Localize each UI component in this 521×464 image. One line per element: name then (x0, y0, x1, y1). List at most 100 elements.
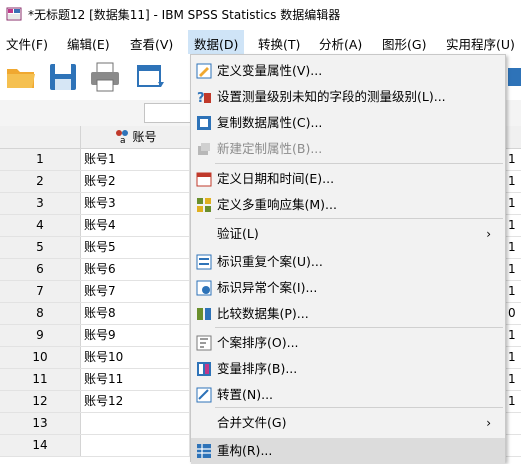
row-number[interactable]: 14 (0, 435, 81, 456)
row-number[interactable]: 4 (0, 215, 81, 236)
cell-account[interactable]: 账号2 (81, 171, 190, 192)
data-menu-item[interactable]: 合并文件(G) › (191, 410, 505, 436)
data-menu-item[interactable]: 标识异常个案(I)... (191, 275, 505, 301)
menu-item-label: 复制数据属性(C)... (217, 115, 323, 130)
cell-right-value: 0 (508, 306, 516, 320)
row-number[interactable]: 3 (0, 193, 81, 214)
print-icon[interactable] (88, 60, 122, 94)
cell-account[interactable]: 账号7 (81, 281, 190, 302)
transpose-icon (196, 387, 212, 403)
data-menu-item[interactable]: 定义日期和时间(E)... (191, 166, 505, 192)
menu-item-label: 转置(N)... (217, 387, 274, 402)
cell-right-value: 1 (508, 328, 516, 342)
data-menu-item[interactable]: 验证(L) › (191, 221, 505, 247)
row-number[interactable]: 6 (0, 259, 81, 280)
data-menu-item: 新建定制属性(B)... (191, 136, 505, 162)
data-menu-item[interactable]: 个案排序(O)... (191, 330, 505, 356)
cell-account[interactable]: 账号4 (81, 215, 190, 236)
svg-text:a: a (120, 136, 126, 144)
cell-right-value: 1 (508, 284, 516, 298)
restructure-icon (197, 444, 211, 458)
row-number[interactable]: 2 (0, 171, 81, 192)
cell-account[interactable]: 账号6 (81, 259, 190, 280)
cell-account[interactable] (81, 435, 190, 456)
menu-item-label: 标识重复个案(U)... (217, 254, 323, 269)
menu-separator (215, 327, 503, 328)
dialog-recall-icon[interactable] (134, 60, 168, 94)
row-number[interactable]: 5 (0, 237, 81, 258)
define-variable-icon (196, 63, 212, 79)
copy-properties-icon (197, 116, 211, 130)
menu-item-label: 新建定制属性(B)... (217, 141, 323, 156)
menu-view[interactable]: 查看(V) (130, 34, 173, 53)
menu-item-label: 定义变量属性(V)... (217, 63, 323, 78)
cell-account[interactable]: 账号11 (81, 369, 190, 390)
row-header-corner[interactable] (0, 126, 81, 149)
submenu-arrow-icon: › (486, 227, 491, 241)
row-number[interactable]: 13 (0, 413, 81, 434)
column-header-account[interactable]: a 账号 (81, 126, 191, 149)
cell-account[interactable]: 账号5 (81, 237, 190, 258)
submenu-arrow-icon: › (486, 416, 491, 430)
toolbar-overflow-icon[interactable] (506, 60, 521, 94)
cell-right-value (508, 413, 521, 434)
sort-cases-icon (196, 335, 212, 351)
open-folder-icon[interactable] (4, 60, 38, 94)
row-number[interactable]: 12 (0, 391, 81, 412)
custom-attribute-icon (198, 143, 210, 155)
menu-analyze[interactable]: 分析(A) (319, 34, 362, 53)
row-number[interactable]: 8 (0, 303, 81, 324)
row-number[interactable]: 1 (0, 149, 81, 170)
cell-account[interactable]: 账号9 (81, 325, 190, 346)
row-number[interactable]: 7 (0, 281, 81, 302)
cell-right-value (508, 435, 521, 456)
title-bar: *无标题12 [数据集11] - IBM SPSS Statistics 数据编… (0, 0, 521, 28)
cell-account[interactable]: 账号8 (81, 303, 190, 324)
nominal-string-icon: a (116, 130, 129, 146)
cell-right-value: 1 (508, 174, 516, 188)
cell-account[interactable]: 账号1 (81, 149, 190, 170)
save-icon[interactable] (46, 60, 80, 94)
menu-item-label: 合并文件(G) (217, 415, 287, 430)
cell-right-value: 1 (508, 218, 516, 232)
data-menu-item[interactable]: 定义变量属性(V)... (191, 58, 505, 84)
measure-level-icon: ? (197, 91, 211, 105)
menu-edit[interactable]: 编辑(E) (67, 34, 110, 53)
date-time-icon (196, 172, 212, 187)
menu-file[interactable]: 文件(F) (6, 34, 48, 53)
cell-right-value: 1 (508, 196, 516, 210)
menu-utilities[interactable]: 实用程序(U) (446, 34, 515, 53)
cell-right-value: 1 (508, 394, 516, 408)
menu-item-label: 验证(L) (217, 226, 259, 241)
cell-account[interactable] (81, 413, 190, 434)
menu-item-label: 标识异常个案(I)... (217, 280, 318, 295)
cell-right-value: 1 (508, 372, 516, 386)
cell-account[interactable]: 账号3 (81, 193, 190, 214)
menu-separator (215, 218, 503, 219)
data-menu-item[interactable]: 比较数据集(P)... (191, 301, 505, 327)
menu-item-label: 设置测量级别未知的字段的测量级别(L)... (217, 89, 446, 104)
menu-transform[interactable]: 转换(T) (258, 34, 300, 53)
menu-item-label: 比较数据集(P)... (217, 306, 309, 321)
data-menu-item[interactable]: ? 设置测量级别未知的字段的测量级别(L)... (191, 84, 505, 110)
cell-right-value: 1 (508, 262, 516, 276)
cell-right-value: 1 (508, 350, 516, 364)
cell-account[interactable]: 账号10 (81, 347, 190, 368)
spss-app-icon (6, 7, 22, 21)
row-number[interactable]: 9 (0, 325, 81, 346)
data-menu-item[interactable]: 定义多重响应集(M)... (191, 192, 505, 218)
menu-item-label: 变量排序(B)... (217, 361, 298, 376)
data-menu-dropdown: 定义变量属性(V)...? 设置测量级别未知的字段的测量级别(L)... 复制数据属… (190, 54, 506, 464)
data-menu-item[interactable]: 复制数据属性(C)... (191, 110, 505, 136)
data-menu-item[interactable]: 标识重复个案(U)... (191, 249, 505, 275)
cell-reference-box[interactable] (144, 103, 192, 123)
data-menu-item[interactable]: 重构(R)... (191, 438, 505, 464)
row-number[interactable]: 11 (0, 369, 81, 390)
menu-graphs[interactable]: 图形(G) (382, 34, 426, 53)
cell-account[interactable]: 账号12 (81, 391, 190, 412)
data-menu-item[interactable]: 转置(N)... (191, 382, 505, 408)
menu-item-label: 个案排序(O)... (217, 335, 299, 350)
unusual-cases-icon (196, 280, 212, 296)
data-menu-item[interactable]: 变量排序(B)... (191, 356, 505, 382)
row-number[interactable]: 10 (0, 347, 81, 368)
